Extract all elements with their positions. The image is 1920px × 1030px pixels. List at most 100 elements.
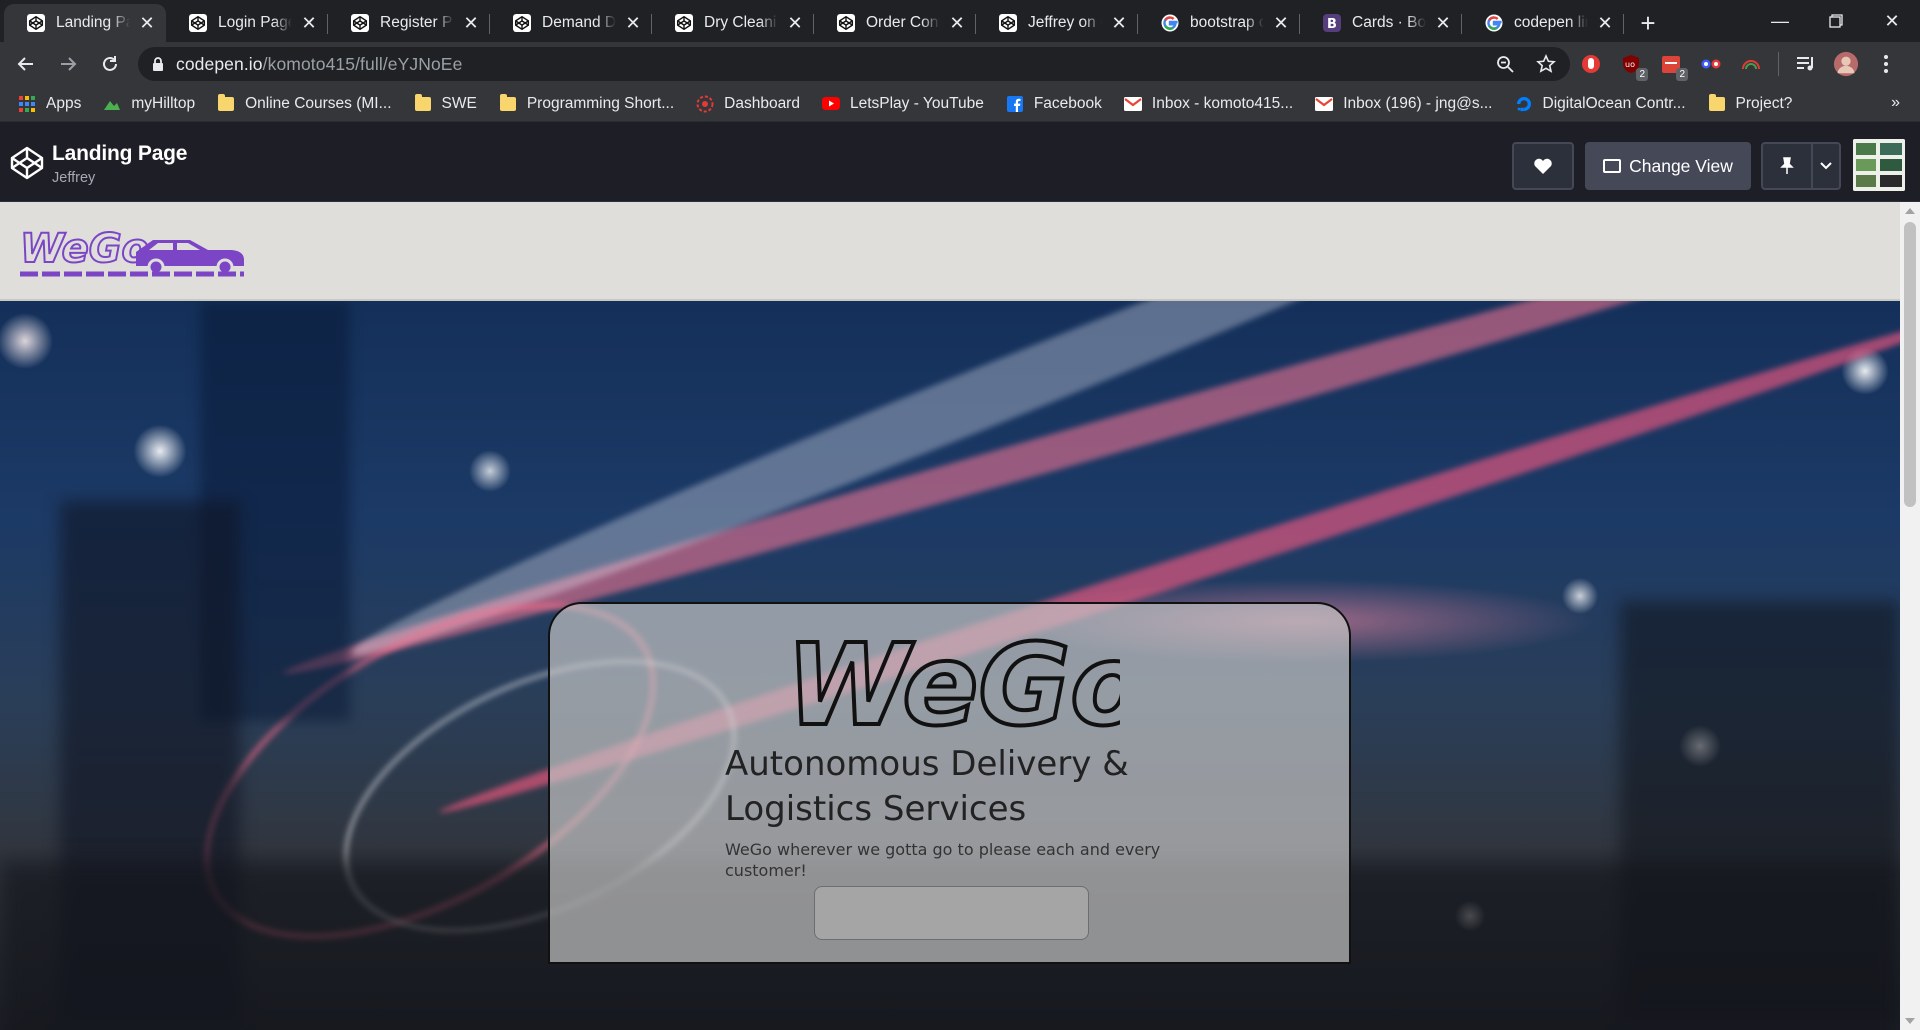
toolbar-divider [1778, 52, 1779, 76]
change-view-button[interactable]: Change View [1585, 142, 1751, 190]
profile-avatar[interactable] [1833, 51, 1859, 77]
browser-tab[interactable]: Order Confirmation ✕ [814, 4, 976, 42]
browser-tab[interactable]: bootstrap cards ✕ [1138, 4, 1300, 42]
url-host: codepen.io [176, 53, 263, 74]
media-controls-button[interactable] [1793, 51, 1819, 77]
hero-cta-button[interactable] [814, 886, 1089, 940]
arrow-right-icon [61, 57, 77, 71]
tab-title: Order Confirmation [866, 14, 940, 31]
scroll-thumb[interactable] [1904, 222, 1916, 507]
extension-badge: 2 [1676, 68, 1688, 81]
pen-preview: WeGo WeGo Autonomous Delivery & Logistic… [0, 202, 1900, 1030]
pin-button[interactable] [1763, 144, 1813, 188]
chrome-menu-button[interactable] [1873, 51, 1899, 77]
close-tab-icon[interactable]: ✕ [462, 13, 480, 33]
bookmark-label: SWE [441, 94, 477, 112]
new-tab-button[interactable]: + [1628, 4, 1668, 42]
bookmark-item[interactable]: Apps [18, 95, 81, 113]
bookmark-item[interactable]: SWE [414, 93, 477, 113]
address-bar[interactable]: codepen.io/komoto415/full/eYJNoEe [138, 47, 1570, 81]
restore-button[interactable] [1808, 0, 1864, 42]
tab-title: Dry Cleaning [704, 14, 778, 31]
close-tab-icon[interactable]: ✕ [1434, 13, 1452, 33]
pen-author[interactable]: Jeffrey [52, 170, 95, 186]
extension-redhand[interactable] [1578, 51, 1604, 77]
codepen-icon [998, 13, 1018, 33]
codepen-header: Landing Page Jeffrey Change View [0, 122, 1920, 202]
browser-tab[interactable]: codepen link ✕ [1462, 4, 1624, 42]
bookmark-item[interactable]: Inbox - komoto415... [1123, 94, 1294, 113]
youtube-icon [821, 95, 840, 113]
bookmark-item[interactable]: Online Courses (MI... [217, 93, 392, 113]
codepen-icon [512, 13, 532, 33]
extension-badge: 2 [1636, 68, 1648, 81]
close-tab-icon[interactable]: ✕ [624, 13, 642, 33]
codepen-icon [26, 13, 46, 33]
bookmark-list: Apps myHilltop Online Courses (MI... SWE Pro… [18, 93, 1814, 113]
browser-tab[interactable]: Login Page ✕ [166, 4, 328, 42]
car-icon [136, 240, 244, 276]
wego-wordmark: WeGo [784, 624, 1120, 742]
wego-logo[interactable]: WeGo [18, 222, 254, 280]
forward-button[interactable] [48, 44, 88, 84]
bookmark-label: LetsPlay - YouTube [849, 94, 984, 112]
lock-icon [153, 56, 163, 71]
bootstrap-icon: B [1322, 13, 1342, 33]
folder-icon [499, 93, 517, 113]
glasses-icon [1701, 59, 1721, 69]
star-icon[interactable] [1536, 54, 1556, 74]
browser-tab[interactable]: Register Page ✕ [328, 4, 490, 42]
minimize-button[interactable]: — [1752, 0, 1808, 42]
close-window-button[interactable]: ✕ [1864, 0, 1920, 42]
codepen-logo-icon[interactable] [10, 146, 44, 180]
extension-colorful[interactable] [1738, 51, 1764, 77]
site-navbar: WeGo [0, 202, 1900, 301]
extension-glasses[interactable] [1698, 51, 1724, 77]
extension-ublock[interactable]: uo 2 [1618, 51, 1648, 81]
close-tab-icon[interactable]: ✕ [300, 13, 318, 33]
zoom-icon[interactable] [1496, 55, 1514, 73]
bookmarks-overflow-button[interactable]: » [1891, 94, 1900, 112]
bookmark-label: Inbox - komoto415... [1151, 94, 1294, 112]
reload-button[interactable] [90, 44, 130, 84]
close-tab-icon[interactable]: ✕ [1596, 13, 1614, 33]
extension-todo[interactable]: 2 [1658, 51, 1688, 81]
tab-title: bootstrap cards [1190, 14, 1264, 31]
close-tab-icon[interactable]: ✕ [1272, 13, 1290, 33]
browser-tab[interactable]: Jeffrey on CodePen ✕ [976, 4, 1138, 42]
back-button[interactable] [6, 44, 46, 84]
page-scrollbar[interactable] [1900, 202, 1920, 1030]
close-tab-icon[interactable]: ✕ [138, 13, 156, 33]
bookmark-label: Online Courses (MI... [245, 94, 392, 112]
close-tab-icon[interactable]: ✕ [948, 13, 966, 33]
browser-tab[interactable]: Landing Page ✕ [4, 4, 166, 42]
hero-card: WeGo Autonomous Delivery & Logistics Ser… [548, 602, 1351, 964]
apps-grid-icon [18, 95, 36, 113]
bookmark-label: Dashboard [724, 94, 800, 112]
wego-wordmark-text: WeGo [786, 624, 1120, 742]
hilltop-icon [103, 95, 121, 113]
bookmark-item[interactable]: DigitalOcean Contr... [1515, 95, 1686, 113]
close-tab-icon[interactable]: ✕ [1110, 13, 1128, 33]
close-tab-icon[interactable]: ✕ [786, 13, 804, 33]
bookmark-item[interactable]: myHilltop [103, 95, 195, 113]
tab-title: Demand Dashboard [542, 14, 616, 31]
bookmark-item[interactable]: LetsPlay - YouTube [821, 94, 984, 113]
bookmark-item[interactable]: Facebook [1006, 95, 1102, 113]
bookmark-item[interactable]: Project? [1708, 93, 1793, 113]
scroll-down-arrow[interactable] [1905, 1018, 1915, 1024]
bookmark-item[interactable]: Dashboard [696, 95, 800, 113]
browser-tab[interactable]: Demand Dashboard ✕ [490, 4, 652, 42]
bookmark-label: Project? [1735, 94, 1793, 112]
scroll-up-arrow[interactable] [1905, 208, 1915, 214]
user-avatar[interactable] [1853, 139, 1905, 191]
bookmark-item[interactable]: Programming Short... [499, 93, 674, 113]
pin-dropdown-button[interactable] [1813, 144, 1839, 188]
folder-icon [217, 93, 235, 113]
pin-button-group [1761, 142, 1841, 190]
heart-button[interactable] [1512, 142, 1574, 190]
bookmark-item[interactable]: Inbox (196) - jng@s... [1315, 95, 1493, 113]
browser-tab[interactable]: B Cards · Bootstrap ✕ [1300, 4, 1462, 42]
browser-tab[interactable]: Dry Cleaning ✕ [652, 4, 814, 42]
google-icon [1484, 13, 1504, 33]
